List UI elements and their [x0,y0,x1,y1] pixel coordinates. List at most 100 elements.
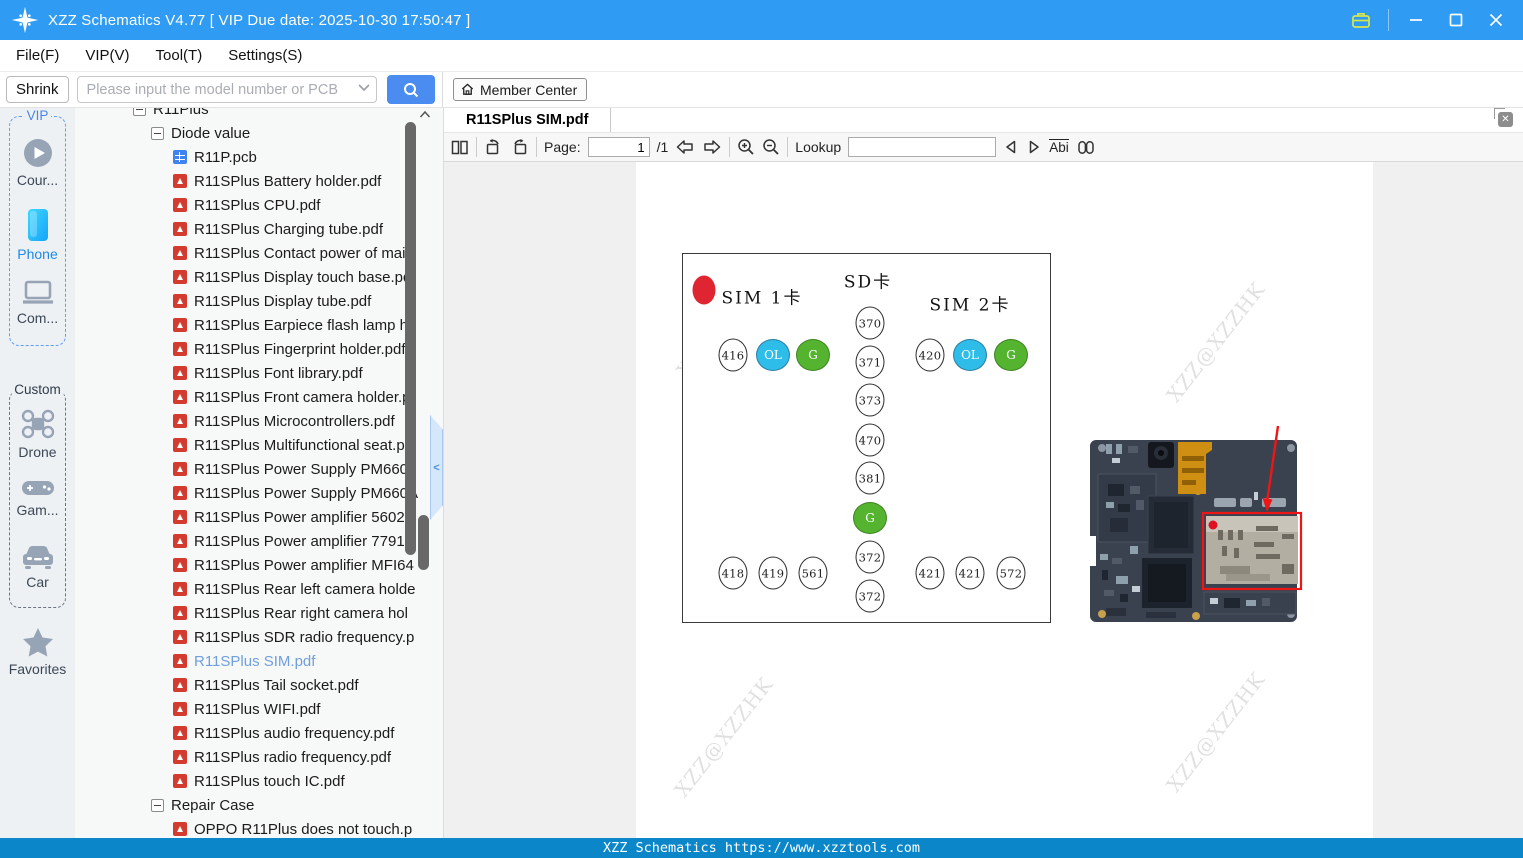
tree-item[interactable]: R11SPlus Rear right camera hol [75,601,443,625]
tree-item[interactable]: R11SPlus Front camera holder.p [75,385,443,409]
close-button[interactable] [1483,7,1509,33]
panel-collapse-handle[interactable]: < [430,415,443,520]
tree-item[interactable]: R11SPlus Fingerprint holder.pdf [75,337,443,361]
diagram-pin-421: 421 [955,556,985,590]
tree-item[interactable]: R11SPlus audio frequency.pdf [75,721,443,745]
tree-item[interactable]: R11SPlus Display tube.pdf [75,289,443,313]
tree-item[interactable]: R11SPlus Tail socket.pdf [75,673,443,697]
lookup-input[interactable] [848,137,997,157]
member-center-button[interactable]: Member Center [453,78,588,101]
sidebar-item-favorites[interactable]: Favorites [0,626,75,677]
toolbar-row: Shrink Member Center [0,72,1523,108]
tree-item[interactable]: R11SPlus SIM.pdf [75,649,443,673]
pcb-board-photo [1090,426,1303,622]
binoculars-icon[interactable] [1076,139,1096,156]
tree-item[interactable]: R11SPlus Font library.pdf [75,361,443,385]
zoom-in-icon[interactable] [737,138,755,156]
tree-item[interactable]: R11SPlus WIFI.pdf [75,697,443,721]
diagram-pin-ol: OL [953,339,987,371]
tree-item[interactable]: R11SPlus touch IC.pdf [75,769,443,793]
briefcase-icon[interactable] [1348,7,1374,33]
tree-item[interactable]: Repair Case [75,793,443,817]
pcb-file-icon [173,150,187,164]
tree-item-label: R11SPlus WIFI.pdf [194,700,321,718]
pdf-file-icon [173,630,187,644]
two-page-view-icon[interactable] [451,139,469,156]
sidebar-item-drone[interactable]: Drone [10,407,65,460]
tree-item-label: Diode value [171,124,251,142]
pdf-file-icon [173,534,187,548]
tree-item[interactable]: R11SPlus Battery holder.pdf [75,169,443,193]
diagram-pin-372: 372 [855,579,885,613]
sidebar-item-computer[interactable]: Com... [10,279,65,326]
tree-item[interactable]: R11SPlus Contact power of mai [75,241,443,265]
sidebar-item-label: Car [26,574,49,590]
tree-item[interactable]: R11SPlus Power Supply PM660. [75,457,443,481]
rotate-right-icon[interactable] [510,138,529,156]
tree-item[interactable]: R11SPlus Rear left camera holde [75,577,443,601]
pdf-file-icon [173,342,187,356]
sidebar-item-course[interactable]: Cour... [10,137,65,188]
diagram-pin-ol: OL [756,339,790,371]
tree-item-label: R11SPlus CPU.pdf [194,196,321,214]
tab-r11splus-sim[interactable]: R11SPlus SIM.pdf [444,108,612,132]
search-button[interactable] [386,75,435,104]
menu-tool[interactable]: Tool(T) [156,47,203,64]
page-number-input[interactable] [587,137,650,157]
tree-item[interactable]: Diode value [75,121,443,145]
pdf-file-icon [173,750,187,764]
tree-item[interactable]: R11SPlus Microcontrollers.pdf [75,409,443,433]
match-case-icon[interactable]: Abi [1049,139,1069,155]
model-search-input[interactable] [76,76,377,103]
minimize-button[interactable] [1403,7,1429,33]
sidebar-item-label: Favorites [8,661,67,677]
sidebar-item-label: Gam... [16,502,59,518]
tree-item[interactable]: R11SPlus Power amplifier 56022 [75,505,443,529]
tree-item[interactable]: R11SPlus Display touch base.pd [75,265,443,289]
tree-item[interactable]: R11SPlus Power amplifier MFI64 [75,553,443,577]
collapse-icon[interactable] [151,126,164,140]
tree-scrollbar-thumb[interactable] [405,122,416,555]
rotate-left-icon[interactable] [484,138,503,156]
pdf-file-icon [173,294,187,308]
next-page-icon[interactable] [702,139,722,155]
tree-item-label: R11SPlus Font library.pdf [194,364,363,382]
collapse-icon[interactable] [151,798,164,812]
tree-item[interactable]: R11SPlus Charging tube.pdf [75,217,443,241]
tree-item[interactable]: OPPO R11Plus does not touch.p [75,817,443,838]
sidebar-item-game[interactable]: Gam... [10,477,65,518]
outer-scrollbar-thumb[interactable] [418,515,429,570]
lookup-label: Lookup [795,139,842,155]
shrink-button[interactable]: Shrink [6,76,69,103]
menu-settings[interactable]: Settings(S) [228,47,302,64]
tree-item[interactable]: R11SPlus Power Supply PM660A [75,481,443,505]
tree-item-label: R11SPlus Battery holder.pdf [194,172,382,190]
tree-item[interactable]: R11SPlus radio frequency.pdf [75,745,443,769]
close-tab-icon[interactable]: ✕ [1494,108,1513,127]
zoom-out-icon[interactable] [762,138,780,156]
tree-item[interactable]: R11SPlus Multifunctional seat.p [75,433,443,457]
tree-item[interactable]: R11SPlus Power amplifier 77916 [75,529,443,553]
status-bar: XZZ Schematics https://www.xzztools.com [0,838,1523,858]
maximize-button[interactable] [1443,7,1469,33]
sidebar-item-car[interactable]: Car [10,543,65,590]
tree-item[interactable]: R11SPlus Earpiece flash lamp ho [75,313,443,337]
scroll-up-icon[interactable] [419,110,431,119]
tree-item[interactable]: R11P.pcb [75,145,443,169]
prev-page-icon[interactable] [675,139,695,155]
tree-item[interactable]: R11SPlus CPU.pdf [75,193,443,217]
menu-file[interactable]: File(F) [16,47,59,64]
sidebar-item-phone[interactable]: Phone [10,207,65,262]
diagram-pin-572: 572 [996,556,1026,590]
tree-item[interactable]: R11Plus [75,108,443,121]
find-previous-icon[interactable] [1003,139,1019,155]
tree-item-label: R11SPlus Earpiece flash lamp ho [194,316,417,334]
chevron-down-icon[interactable] [357,84,370,92]
collapse-icon[interactable] [133,108,146,116]
play-icon [23,139,52,167]
tree-item[interactable]: R11SPlus SDR radio frequency.p [75,625,443,649]
pdf-file-icon [173,822,187,836]
tab-bar: R11SPlus SIM.pdf ✕ [444,108,1523,133]
find-next-icon[interactable] [1026,139,1042,155]
menu-vip[interactable]: VIP(V) [85,47,129,64]
